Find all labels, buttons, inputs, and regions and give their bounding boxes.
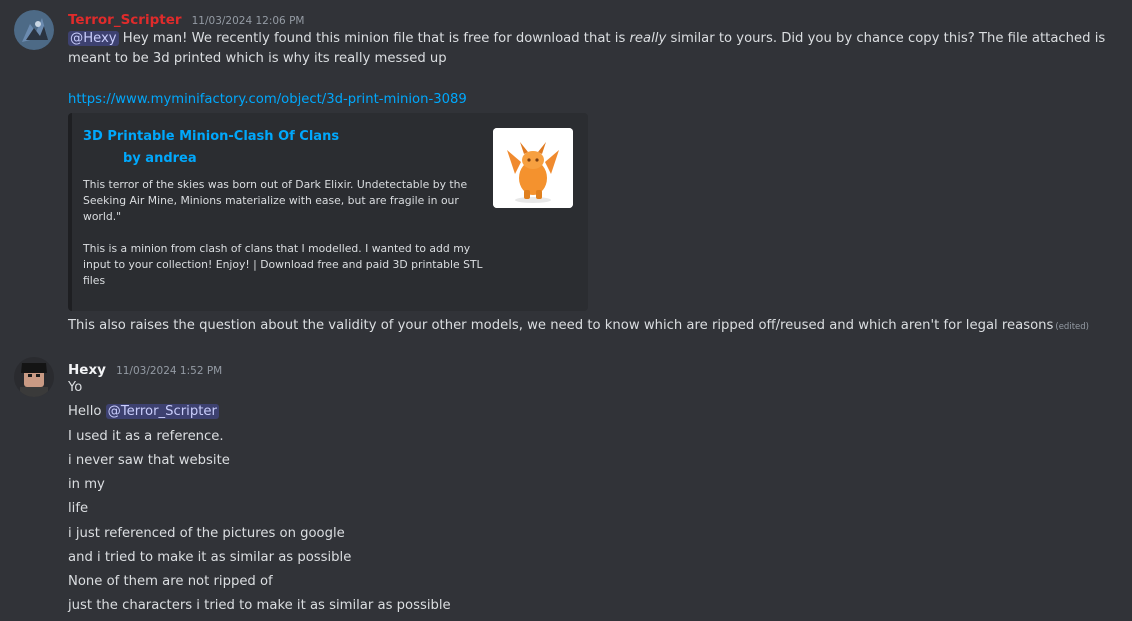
message-header: Hexy 11/03/2024 1:52 PM: [68, 359, 222, 378]
message-line: Hello @Terror_Scripter: [68, 402, 219, 422]
timestamp: 11/03/2024 12:06 PM: [191, 15, 305, 27]
message-line: I used it as a reference.: [68, 429, 224, 444]
message-text: This also raises the question about the …: [68, 318, 1054, 333]
message-line: and i tried to make it as similar as pos…: [68, 550, 352, 565]
author-name[interactable]: Hexy: [68, 362, 106, 378]
author-name[interactable]: Terror_Scripter: [68, 12, 182, 28]
edited-label: (edited): [1055, 322, 1089, 332]
user-mention[interactable]: @Terror_Scripter: [105, 404, 219, 419]
link-embed: 3D Printable Minion-Clash Of Clans by an…: [68, 113, 588, 311]
message-line: in my: [68, 477, 105, 492]
dragon-avatar-icon[interactable]: [14, 10, 54, 50]
message-header: Terror_Scripter 11/03/2024 12:06 PM: [68, 9, 304, 28]
roblox-avatar-icon[interactable]: [14, 357, 54, 397]
embed-author[interactable]: by andrea: [123, 151, 197, 166]
message-line: life: [68, 501, 89, 516]
message-text: Hey man! We recently found this minion f…: [118, 31, 630, 46]
message-body: @Hexy Hey man! We recently found this mi…: [68, 29, 1118, 69]
message-line: i never saw that website: [68, 453, 230, 468]
message-line: just the characters i tried to make it a…: [68, 598, 451, 613]
user-mention[interactable]: @Hexy: [68, 31, 119, 46]
embed-description: This terror of the skies was born out of…: [83, 177, 483, 289]
embed-description-paragraph: This terror of the skies was born out of…: [83, 178, 468, 223]
timestamp: 11/03/2024 1:52 PM: [116, 365, 223, 377]
embed-title[interactable]: 3D Printable Minion-Clash Of Clans: [83, 129, 339, 144]
embed-description-paragraph: This is a minion from clash of clans tha…: [83, 242, 483, 287]
message-line: None of them are not ripped of: [68, 574, 273, 589]
message-text: Hello: [68, 404, 106, 419]
message-text-italic: really: [629, 31, 667, 46]
message-line: i just referenced of the pictures on goo…: [68, 526, 345, 541]
message-line: Yo: [68, 380, 83, 395]
message-link[interactable]: https://www.myminifactory.com/object/3d-…: [68, 90, 467, 110]
message-followup: This also raises the question about the …: [68, 316, 1128, 337]
minion-model-icon[interactable]: [493, 128, 573, 208]
